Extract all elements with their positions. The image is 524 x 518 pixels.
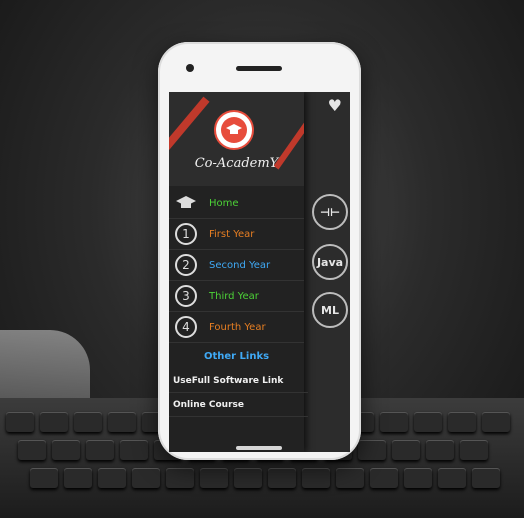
nav-item-fourth-year[interactable]: 4 Fourth Year <box>169 312 304 343</box>
nav-item-label: Home <box>209 197 239 209</box>
link-usefull-software[interactable]: UseFull Software Link <box>169 370 308 393</box>
phone-screen: ♥ ⊣⊢ Java ML Co-AcademY Home 1 First Yea… <box>169 92 350 452</box>
nav-item-label: Second Year <box>209 259 271 271</box>
nav-item-label: First Year <box>209 228 255 240</box>
java-course-icon[interactable]: Java <box>312 244 348 280</box>
front-camera <box>186 64 194 72</box>
header-red-stripe <box>169 96 210 156</box>
number-4-icon: 4 <box>175 316 197 338</box>
app-title: Co-AcademY <box>194 156 279 171</box>
nav-item-first-year[interactable]: 1 First Year <box>169 219 304 250</box>
number-1-icon: 1 <box>175 223 197 245</box>
other-links-header: Other Links <box>203 350 270 362</box>
nav-item-label: Fourth Year <box>209 321 266 333</box>
drawer-header: Co-AcademY <box>169 92 304 186</box>
graduation-cap-icon <box>175 192 197 214</box>
dumbbell-course-icon[interactable]: ⊣⊢ <box>312 194 348 230</box>
speaker-grille <box>236 66 282 71</box>
link-online-course[interactable]: Online Course <box>169 394 308 417</box>
background-monitor <box>0 330 90 400</box>
home-indicator <box>236 446 282 450</box>
navigation-drawer: Co-AcademY Home 1 First Year 2 Second Ye… <box>169 92 308 452</box>
number-2-icon: 2 <box>175 254 197 276</box>
number-3-icon: 3 <box>175 285 197 307</box>
nav-item-label: Third Year <box>209 290 259 302</box>
graduation-cap-logo-icon <box>221 117 247 143</box>
nav-item-home[interactable]: Home <box>169 188 304 219</box>
nav-item-second-year[interactable]: 2 Second Year <box>169 250 304 281</box>
favorite-heart-icon[interactable]: ♥ <box>328 96 342 115</box>
ml-course-icon[interactable]: ML <box>312 292 348 328</box>
app-main-content: ♥ ⊣⊢ Java ML <box>304 92 350 452</box>
phone-device: ♥ ⊣⊢ Java ML Co-AcademY Home 1 First Yea… <box>158 42 361 460</box>
nav-item-third-year[interactable]: 3 Third Year <box>169 281 304 312</box>
app-logo <box>214 110 254 150</box>
